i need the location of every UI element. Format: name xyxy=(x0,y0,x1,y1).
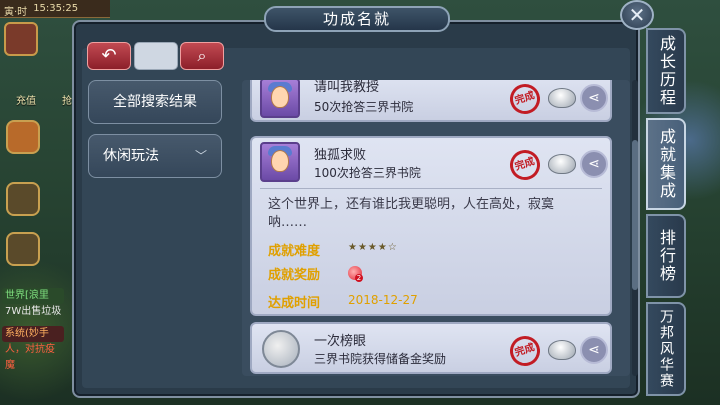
scholar-avatar-icon xyxy=(260,142,300,182)
chat-line-2: 人，对抗疫魔 xyxy=(5,344,55,371)
achievement-subtitle: 100次抢答三界书院 xyxy=(314,166,421,180)
scrollbar-thumb[interactable] xyxy=(632,140,638,290)
achievement-subtitle: 50次抢答三界书院 xyxy=(314,100,414,114)
achievement-list[interactable]: 请叫我教授 50次抢答三界书院 完成 ⋖ 独孤求败 100次抢答三界书院 完成 … xyxy=(242,80,630,376)
tab-competition[interactable]: 万邦风华赛 xyxy=(646,302,686,396)
tab-growth-history[interactable]: 成长历程 xyxy=(646,28,686,114)
achievement-title: 一次榜眼 xyxy=(314,334,367,349)
chat-world-tag: 世界 xyxy=(5,290,25,301)
search-input[interactable] xyxy=(134,42,178,70)
time-period: 寅·时 xyxy=(4,7,28,18)
silver-ingot-icon xyxy=(548,340,576,360)
scholar-avatar-icon xyxy=(260,80,300,118)
tab-label: 成长历程 xyxy=(657,35,676,107)
category-label: 休闲玩法 xyxy=(103,148,159,164)
share-icon: ⋖ xyxy=(588,342,600,358)
close-button[interactable]: ✕ xyxy=(620,0,654,30)
reward-count: 2 xyxy=(355,274,363,282)
chat-clan-text: (妙手 xyxy=(25,328,49,339)
completed-stamp-icon: 完成 xyxy=(506,332,544,370)
chat-world-text: [浪里 xyxy=(25,290,49,301)
achievement-card-expanded[interactable]: 独孤求败 100次抢答三界书院 完成 ⋖ 这个世界上，还有谁比我更聪明，人在高处… xyxy=(250,136,612,316)
all-results-button[interactable]: 全部搜索结果 xyxy=(88,80,222,124)
tab-achievements[interactable]: 成就集成 xyxy=(646,118,686,210)
silver-ingot-icon xyxy=(548,154,576,174)
search-button[interactable]: ⌕ xyxy=(180,42,224,70)
achievement-title: 独孤求败 xyxy=(314,148,367,163)
tab-leaderboard[interactable]: 排行榜 xyxy=(646,214,686,298)
back-button[interactable]: ↶ xyxy=(87,42,131,70)
reward-label: 成就奖励 xyxy=(268,268,321,283)
hud-left xyxy=(4,22,64,60)
category-dropdown[interactable]: 休闲玩法 ﹀ xyxy=(88,134,222,178)
back-arrow-icon: ↶ xyxy=(101,45,117,66)
silver-ingot-icon xyxy=(548,88,576,108)
card-divider xyxy=(260,188,602,189)
tab-label: 成就集成 xyxy=(657,128,676,200)
achievement-card[interactable]: 请叫我教授 50次抢答三界书院 完成 ⋖ xyxy=(250,80,612,122)
silver-coin-icon xyxy=(262,330,300,368)
search-icon: ⌕ xyxy=(197,46,207,65)
date-label: 达成时间 xyxy=(268,296,321,311)
recharge-label[interactable]: 充值 xyxy=(16,92,36,107)
achievement-description: 这个世界上，还有谁比我更聪明，人在高处，寂寞呐…… xyxy=(268,197,555,230)
tab-label: 排行榜 xyxy=(657,229,676,283)
chat-clan-tag: 系统 xyxy=(5,328,25,339)
chat-line: 7W出售垃圾 xyxy=(5,306,62,317)
achievement-subtitle: 三界书院获得储备金奖励 xyxy=(314,352,447,366)
difficulty-stars: ★★★★☆ xyxy=(348,242,398,253)
chat-icon[interactable] xyxy=(6,232,40,266)
tab-label: 万邦风华赛 xyxy=(658,309,674,389)
list-scrollbar[interactable] xyxy=(632,80,638,376)
partial-label: 抢 xyxy=(62,96,72,107)
panel-title: 功成名就 xyxy=(264,6,450,32)
clock-time: 15:35:25 xyxy=(33,3,79,14)
team-icon[interactable] xyxy=(6,182,40,216)
share-button[interactable]: ⋖ xyxy=(580,84,608,112)
share-button[interactable]: ⋖ xyxy=(580,336,608,364)
share-icon: ⋖ xyxy=(588,156,600,172)
completed-stamp-icon: 完成 xyxy=(506,80,544,118)
expand-icon[interactable] xyxy=(6,120,40,154)
chat-clan: 系统(妙手 xyxy=(2,326,64,342)
hud-clock: 寅·时 15:35:25 xyxy=(0,0,110,18)
difficulty-label: 成就难度 xyxy=(268,244,321,259)
achievement-title: 请叫我教授 xyxy=(314,80,380,95)
close-icon: ✕ xyxy=(628,3,646,27)
chat-world: 世界[浪里 xyxy=(2,288,64,304)
chevron-down-icon: ﹀ xyxy=(194,149,207,163)
achievement-date: 2018-12-27 xyxy=(348,293,418,307)
achievement-card[interactable]: 一次榜眼 三界书院获得储备金奖励 完成 ⋖ xyxy=(250,322,612,374)
share-icon: ⋖ xyxy=(588,90,600,106)
share-button[interactable]: ⋖ xyxy=(580,150,608,178)
completed-stamp-icon: 完成 xyxy=(506,146,544,184)
event-icon[interactable] xyxy=(4,22,38,56)
